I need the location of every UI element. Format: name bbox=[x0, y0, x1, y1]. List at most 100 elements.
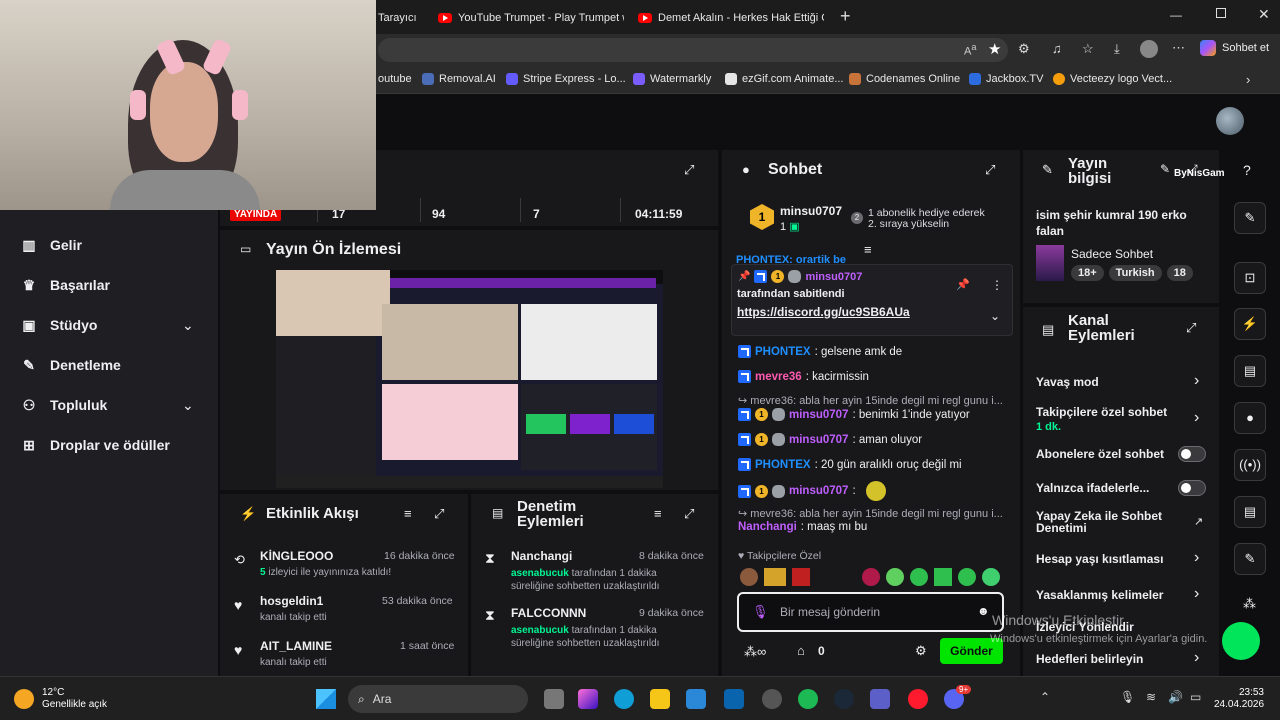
wifi-icon[interactable]: ≋ bbox=[1146, 690, 1156, 704]
broadcast-button[interactable]: ((•)) bbox=[1234, 449, 1266, 481]
help-icon[interactable]: ? bbox=[1243, 162, 1251, 178]
clip-button[interactable]: ⊡ bbox=[1234, 262, 1266, 294]
tag[interactable]: 18 bbox=[1166, 265, 1193, 281]
tab-1[interactable]: Tarayıcı bbox=[378, 6, 430, 30]
action-account-age[interactable]: Hesap yaşı kısıtlaması bbox=[1036, 552, 1208, 566]
category-name[interactable]: Sadece Sohbet bbox=[1071, 247, 1153, 261]
tag[interactable]: Turkish bbox=[1108, 265, 1162, 281]
activity-item-name[interactable]: AIT_LAMINE bbox=[260, 639, 332, 653]
chevron-down-icon[interactable]: ⌄ bbox=[990, 309, 1000, 323]
media-icon[interactable]: ♫ bbox=[1052, 41, 1062, 56]
hype-button[interactable]: ⚡ bbox=[1234, 308, 1266, 340]
chevron-right-icon[interactable]: › bbox=[1194, 409, 1199, 427]
mod-item-name[interactable]: Nanchangi bbox=[511, 549, 572, 563]
read-aloud-icon[interactable]: Aa bbox=[964, 42, 976, 58]
file-explorer-icon[interactable] bbox=[650, 689, 670, 709]
favorite-star-icon[interactable]: ★ bbox=[988, 40, 1001, 58]
emotes-only-toggle[interactable] bbox=[1178, 480, 1206, 496]
chevron-down-icon[interactable]: ⌄ bbox=[182, 317, 194, 334]
microphone-icon[interactable]: 🎙 bbox=[1120, 690, 1135, 704]
emote-icon[interactable] bbox=[764, 568, 786, 586]
edit-stream-button[interactable]: ✎ bbox=[1234, 202, 1266, 234]
emote-icon[interactable] bbox=[740, 568, 758, 586]
more-options-icon[interactable]: ⋮ bbox=[991, 278, 1003, 292]
activity-item-name[interactable]: hosgeldin1 bbox=[260, 594, 323, 608]
clock[interactable]: 23:53 24.04.2026 bbox=[1214, 687, 1264, 711]
community-icon[interactable]: ⁂ bbox=[1243, 596, 1256, 612]
app-icon[interactable] bbox=[762, 689, 782, 709]
hype-user[interactable]: minsu0707 bbox=[780, 204, 842, 218]
sidebar-item-gelir[interactable]: ▥ Gelir bbox=[22, 237, 82, 253]
collections-icon[interactable]: ☆ bbox=[1082, 41, 1094, 57]
action-slow-mode[interactable]: Yavaş mod bbox=[1036, 375, 1208, 389]
unpin-icon[interactable]: 📌 bbox=[956, 278, 970, 291]
subscribers-only-toggle[interactable] bbox=[1178, 446, 1206, 462]
chat-button[interactable]: ● bbox=[1234, 402, 1266, 434]
microphone-icon[interactable]: 🎙 bbox=[752, 604, 769, 620]
edit-icon[interactable]: ✎ bbox=[1160, 162, 1170, 176]
external-link-icon[interactable]: ↗ bbox=[1194, 515, 1203, 528]
minimize-button[interactable]: — bbox=[1170, 8, 1182, 22]
chevron-right-icon[interactable]: › bbox=[1194, 649, 1199, 667]
sidebar-item-topluluk[interactable]: ⚇ Topluluk bbox=[22, 397, 108, 413]
edge-icon[interactable] bbox=[614, 689, 634, 709]
emote-icon[interactable] bbox=[910, 568, 928, 586]
emote-picker-icon[interactable]: ☻ bbox=[977, 604, 990, 618]
activity-item-name[interactable]: KİNGLEOOO bbox=[260, 549, 333, 563]
weather-icon[interactable] bbox=[14, 689, 34, 709]
popout-icon[interactable]: ⤢ bbox=[684, 506, 694, 522]
emote-icon[interactable] bbox=[862, 568, 880, 586]
volume-icon[interactable]: 🔊 bbox=[1168, 690, 1183, 704]
teams-icon[interactable] bbox=[870, 689, 890, 709]
tab-youtube-trumpet[interactable]: YouTube Trumpet - Play Trumpet w ✕ bbox=[438, 6, 624, 30]
emote-icon[interactable] bbox=[982, 568, 1000, 586]
taskbar-search[interactable]: ⌕ Ara bbox=[348, 685, 528, 713]
more-menu-icon[interactable]: ⋯ bbox=[1172, 40, 1185, 56]
emote-icon[interactable] bbox=[934, 568, 952, 586]
user-avatar[interactable] bbox=[1216, 107, 1244, 135]
assistant-button[interactable] bbox=[1222, 622, 1260, 660]
chevron-right-icon[interactable]: › bbox=[1194, 549, 1199, 567]
action-ai-moderation[interactable]: Yapay Zeka ile Sohbet Denetimi bbox=[1036, 510, 1176, 534]
emote-icon[interactable] bbox=[958, 568, 976, 586]
stream-preview-video[interactable] bbox=[276, 270, 663, 488]
bookmark-codenames[interactable]: Codenames Online bbox=[849, 73, 960, 85]
settings-gear-icon[interactable]: ⚙ bbox=[915, 643, 927, 659]
action-banned-words[interactable]: Yasaklanmış kelimeler bbox=[1036, 588, 1208, 602]
new-tab-button[interactable]: + bbox=[840, 6, 851, 27]
bookmark-removal-ai[interactable]: Removal.AI bbox=[422, 73, 496, 85]
url-field[interactable] bbox=[378, 38, 1008, 62]
copilot-icon[interactable] bbox=[578, 689, 598, 709]
emote-icon[interactable] bbox=[886, 568, 904, 586]
chevron-right-icon[interactable]: › bbox=[1194, 585, 1199, 603]
bookmark-watermarkly[interactable]: Watermarkly bbox=[633, 73, 711, 85]
notes-button[interactable]: ▤ bbox=[1234, 355, 1266, 387]
filter-icon[interactable]: ≡ bbox=[404, 506, 412, 521]
bookmarks-overflow-icon[interactable]: › bbox=[1246, 72, 1250, 87]
maximize-button[interactable] bbox=[1216, 8, 1226, 18]
chat-expand-icon[interactable]: ≡ bbox=[864, 242, 872, 257]
chevron-right-icon[interactable]: › bbox=[1194, 372, 1199, 390]
opera-icon[interactable] bbox=[908, 689, 928, 709]
bookmark-youtube[interactable]: outube bbox=[378, 73, 412, 85]
emote-icon[interactable] bbox=[792, 568, 810, 586]
popout-icon[interactable]: ⤢ bbox=[434, 506, 444, 522]
close-window-button[interactable]: ✕ bbox=[1258, 6, 1270, 23]
chevron-down-icon[interactable]: ⌄ bbox=[182, 397, 194, 414]
sidebar-item-droplar[interactable]: ⊞ Droplar ve ödüller bbox=[22, 437, 170, 453]
task-view-icon[interactable] bbox=[544, 689, 564, 709]
bookmark-jackbox[interactable]: Jackbox.TV bbox=[969, 73, 1043, 85]
action-followers-only[interactable]: Takipçilere özel sohbet 1 dk. bbox=[1036, 405, 1208, 433]
popout-icon[interactable]: ⤢ bbox=[1186, 320, 1196, 336]
tray-overflow-icon[interactable]: ⌃ bbox=[1040, 690, 1050, 704]
pinned-link[interactable]: https://discord.gg/uc9SB6AUa bbox=[737, 305, 910, 319]
mod-item-name[interactable]: FALCCONNN bbox=[511, 606, 586, 620]
tag[interactable]: 18+ bbox=[1071, 265, 1104, 281]
store-icon[interactable] bbox=[686, 689, 706, 709]
sidebar-item-studyo[interactable]: ▣ Stüdyo bbox=[22, 317, 97, 333]
popout-icon[interactable]: ⤢ bbox=[985, 162, 995, 178]
downloads-icon[interactable]: ⤓ bbox=[1114, 41, 1120, 57]
extensions-icon[interactable]: ⚙ bbox=[1018, 41, 1030, 57]
steam-icon[interactable] bbox=[834, 689, 854, 709]
community-icon[interactable]: ⁂∞ bbox=[744, 644, 766, 660]
